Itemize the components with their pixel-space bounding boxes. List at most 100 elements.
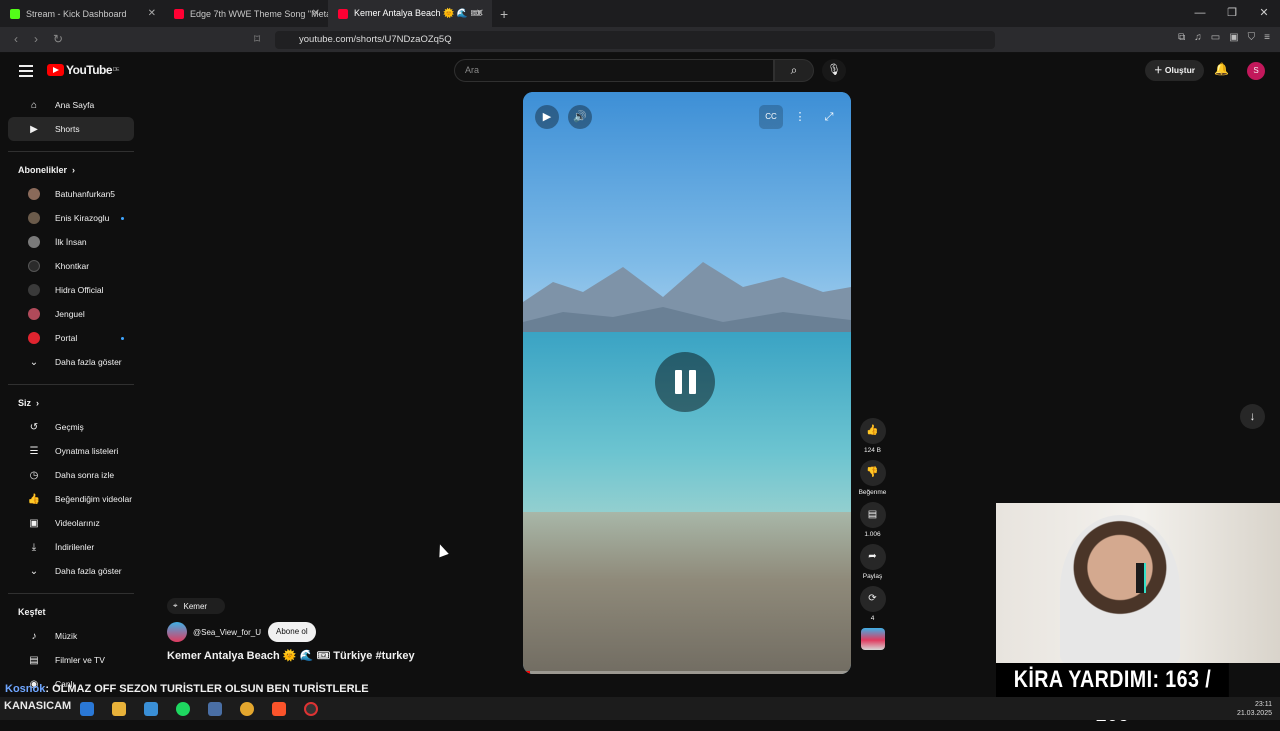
extensions-icon[interactable]: ⧉ xyxy=(1178,32,1185,43)
sidebar-item-playlists[interactable]: ☰ Oynatma listeleri xyxy=(8,439,134,463)
shorts-video-player[interactable]: ▶ 🔊 CC ⋮ ⤢ xyxy=(523,92,851,674)
edge-icon[interactable] xyxy=(80,701,94,716)
forward-icon[interactable]: › xyxy=(34,32,38,46)
sidebar-item-music[interactable]: ♪ Müzik xyxy=(8,624,134,648)
chevron-right-icon: › xyxy=(36,398,40,408)
search-input[interactable]: Ara xyxy=(454,59,774,82)
url-field[interactable]: youtube.com/shorts/U7NDzaOZq5Q xyxy=(275,31,995,49)
browser-tab-edge-theme[interactable]: Edge 7th WWE Theme Song "Metalin ✕ xyxy=(164,0,328,27)
show-more-subscriptions[interactable]: ⌄ Daha fazla göster xyxy=(8,350,134,374)
sidebar-item-history[interactable]: ↺ Geçmiş xyxy=(8,415,134,439)
volume-button[interactable]: 🔊 xyxy=(568,105,592,129)
browser-tab-kick[interactable]: Stream - Kick Dashboard ✕ xyxy=(0,0,164,27)
expand-icon: ⤢ xyxy=(824,111,834,123)
sidebar-item-subscription[interactable]: Enis Kirazoglu xyxy=(8,206,134,230)
comments-action[interactable]: ▤ 1.006 xyxy=(857,502,888,538)
close-icon[interactable]: ✕ xyxy=(312,8,320,19)
you-heading[interactable]: Siz › xyxy=(0,391,142,415)
music-icon: ♪ xyxy=(31,630,37,642)
sidebar-item-subscription[interactable]: Khontkar xyxy=(8,254,134,278)
channel-avatar[interactable] xyxy=(167,622,187,642)
next-short-button[interactable]: ↓ xyxy=(1240,404,1265,429)
browser-tab-kemer[interactable]: Kemer Antalya Beach 🌞 🌊 🎟 ✕ xyxy=(328,0,492,27)
system-clock[interactable]: 23:11 21.03.2025 xyxy=(1237,700,1272,718)
create-button[interactable]: ＋ Oluştur xyxy=(1145,60,1205,81)
shield-icon[interactable]: ⛉ xyxy=(1248,32,1256,43)
minimize-icon[interactable]: — xyxy=(1184,0,1216,27)
wallet-icon[interactable]: ▣ xyxy=(1229,32,1238,43)
sidebar-item-label: Shorts xyxy=(55,124,80,134)
menu-icon[interactable]: ≡ xyxy=(1264,32,1270,43)
music-icon[interactable]: ♫ xyxy=(1194,32,1202,43)
remix-action[interactable]: ⟳ 4 xyxy=(857,586,888,622)
sidebar-item-subscription[interactable]: Jenguel xyxy=(8,302,134,326)
sidebar-item-shorts[interactable]: ▶ Shorts xyxy=(8,117,134,141)
sidebar-item-label: İlk İnsan xyxy=(55,237,87,247)
sidebar-icon[interactable]: ▭ xyxy=(1211,32,1220,43)
youtube-header: YouTube DE Ara ⌕ 🎙 ＋ Oluştur 🔔 S xyxy=(0,53,1280,89)
sidebar-item-home[interactable]: ⌂ Ana Sayfa xyxy=(8,93,134,117)
sidebar-item-movies[interactable]: ▤ Filmler ve TV xyxy=(8,648,134,672)
sidebar-item-label: Oynatma listeleri xyxy=(55,446,119,456)
sidebar-item-label: Khontkar xyxy=(55,261,90,271)
channel-thumbnail[interactable] xyxy=(860,628,885,650)
chrome-icon[interactable] xyxy=(240,701,254,716)
sidebar-item-liked-videos[interactable]: 👍 Beğendiğim videolar xyxy=(8,487,134,511)
search-button[interactable]: ⌕ xyxy=(774,59,814,82)
account-avatar[interactable]: S xyxy=(1247,62,1265,80)
sidebar-item-watch-later[interactable]: ◷ Daha sonra izle xyxy=(8,463,134,487)
playlist-icon: ☰ xyxy=(29,445,39,457)
sidebar-item-downloads[interactable]: ⤓ İndirilenler xyxy=(8,535,134,559)
more-options-button[interactable]: ⋮ xyxy=(788,105,812,129)
close-icon[interactable]: ✕ xyxy=(148,8,156,19)
new-tab-icon[interactable]: + xyxy=(500,6,508,22)
play-button[interactable]: ▶ xyxy=(535,105,559,129)
spotify-icon[interactable] xyxy=(176,701,190,716)
location-chip[interactable]: ⌖ Kemer xyxy=(167,598,225,614)
play-icon: ▶ xyxy=(542,111,552,123)
sidebar-item-label: Müzik xyxy=(55,631,78,641)
sidebar-item-subscription[interactable]: Hidra Official xyxy=(8,278,134,302)
short-title[interactable]: Kemer Antalya Beach 🌞 🌊 🎟 Türkiye #turke… xyxy=(167,649,415,662)
close-icon[interactable]: ✕ xyxy=(476,8,484,19)
store-icon[interactable] xyxy=(144,701,158,716)
extension-icons: ⧉ ♫ ▭ ▣ ⛉ ≡ xyxy=(1178,32,1270,43)
bookmark-icon[interactable]: ⌑ xyxy=(254,32,260,46)
sidebar-item-subscription[interactable]: İlk İnsan xyxy=(8,230,134,254)
channel-name[interactable]: @Sea_View_for_U xyxy=(193,628,261,637)
dislike-action[interactable]: 👎 Beğenme xyxy=(857,460,888,496)
folder-icon[interactable] xyxy=(112,701,126,716)
subscriptions-heading[interactable]: Abonelikler › xyxy=(0,158,142,182)
hamburger-menu-icon[interactable] xyxy=(19,65,33,80)
obs-icon[interactable] xyxy=(304,701,318,716)
notifications-bell-icon[interactable]: 🔔 xyxy=(1214,62,1229,76)
pause-bar xyxy=(674,370,682,394)
thumbs-down-icon: 👎 xyxy=(859,460,886,486)
close-window-icon[interactable]: ✕ xyxy=(1248,0,1280,27)
share-action[interactable]: ➦ Paylaş xyxy=(857,544,888,580)
subscribe-button[interactable]: Abone ol xyxy=(268,622,316,642)
pause-overlay-button[interactable] xyxy=(655,352,715,412)
heading-label: Keşfet xyxy=(18,607,46,617)
video-progress-bar[interactable] xyxy=(523,671,851,674)
brave-icon[interactable] xyxy=(272,701,286,716)
back-icon[interactable]: ‹ xyxy=(14,32,18,46)
sidebar-item-subscription[interactable]: Portal xyxy=(8,326,134,350)
youtube-logo[interactable]: YouTube DE xyxy=(47,63,119,77)
fullscreen-button[interactable]: ⤢ xyxy=(817,105,841,129)
show-more-you[interactable]: ⌄ Daha fazla göster xyxy=(8,559,134,583)
taskbar: KANASICAM 23:11 21.03.2025 xyxy=(0,697,1280,720)
explore-heading: Keşfet xyxy=(0,600,142,624)
sidebar-item-your-videos[interactable]: ▣ Videolarınız xyxy=(8,511,134,535)
captions-button[interactable]: CC xyxy=(759,105,783,129)
like-action[interactable]: 👍 124 B xyxy=(857,418,888,454)
maximize-icon[interactable]: ❐ xyxy=(1216,0,1248,27)
reload-icon[interactable]: ↻ xyxy=(53,32,63,46)
calculator-icon[interactable] xyxy=(208,701,222,716)
channel-row: @Sea_View_for_U Abone ol xyxy=(167,622,415,642)
video-shore xyxy=(523,512,851,674)
clock-icon: ◷ xyxy=(29,469,39,481)
sidebar-item-subscription[interactable]: Batuhanfurkan5 xyxy=(8,182,134,206)
voice-search-button[interactable]: 🎙 xyxy=(822,59,846,82)
share-label: Paylaş xyxy=(862,573,883,580)
